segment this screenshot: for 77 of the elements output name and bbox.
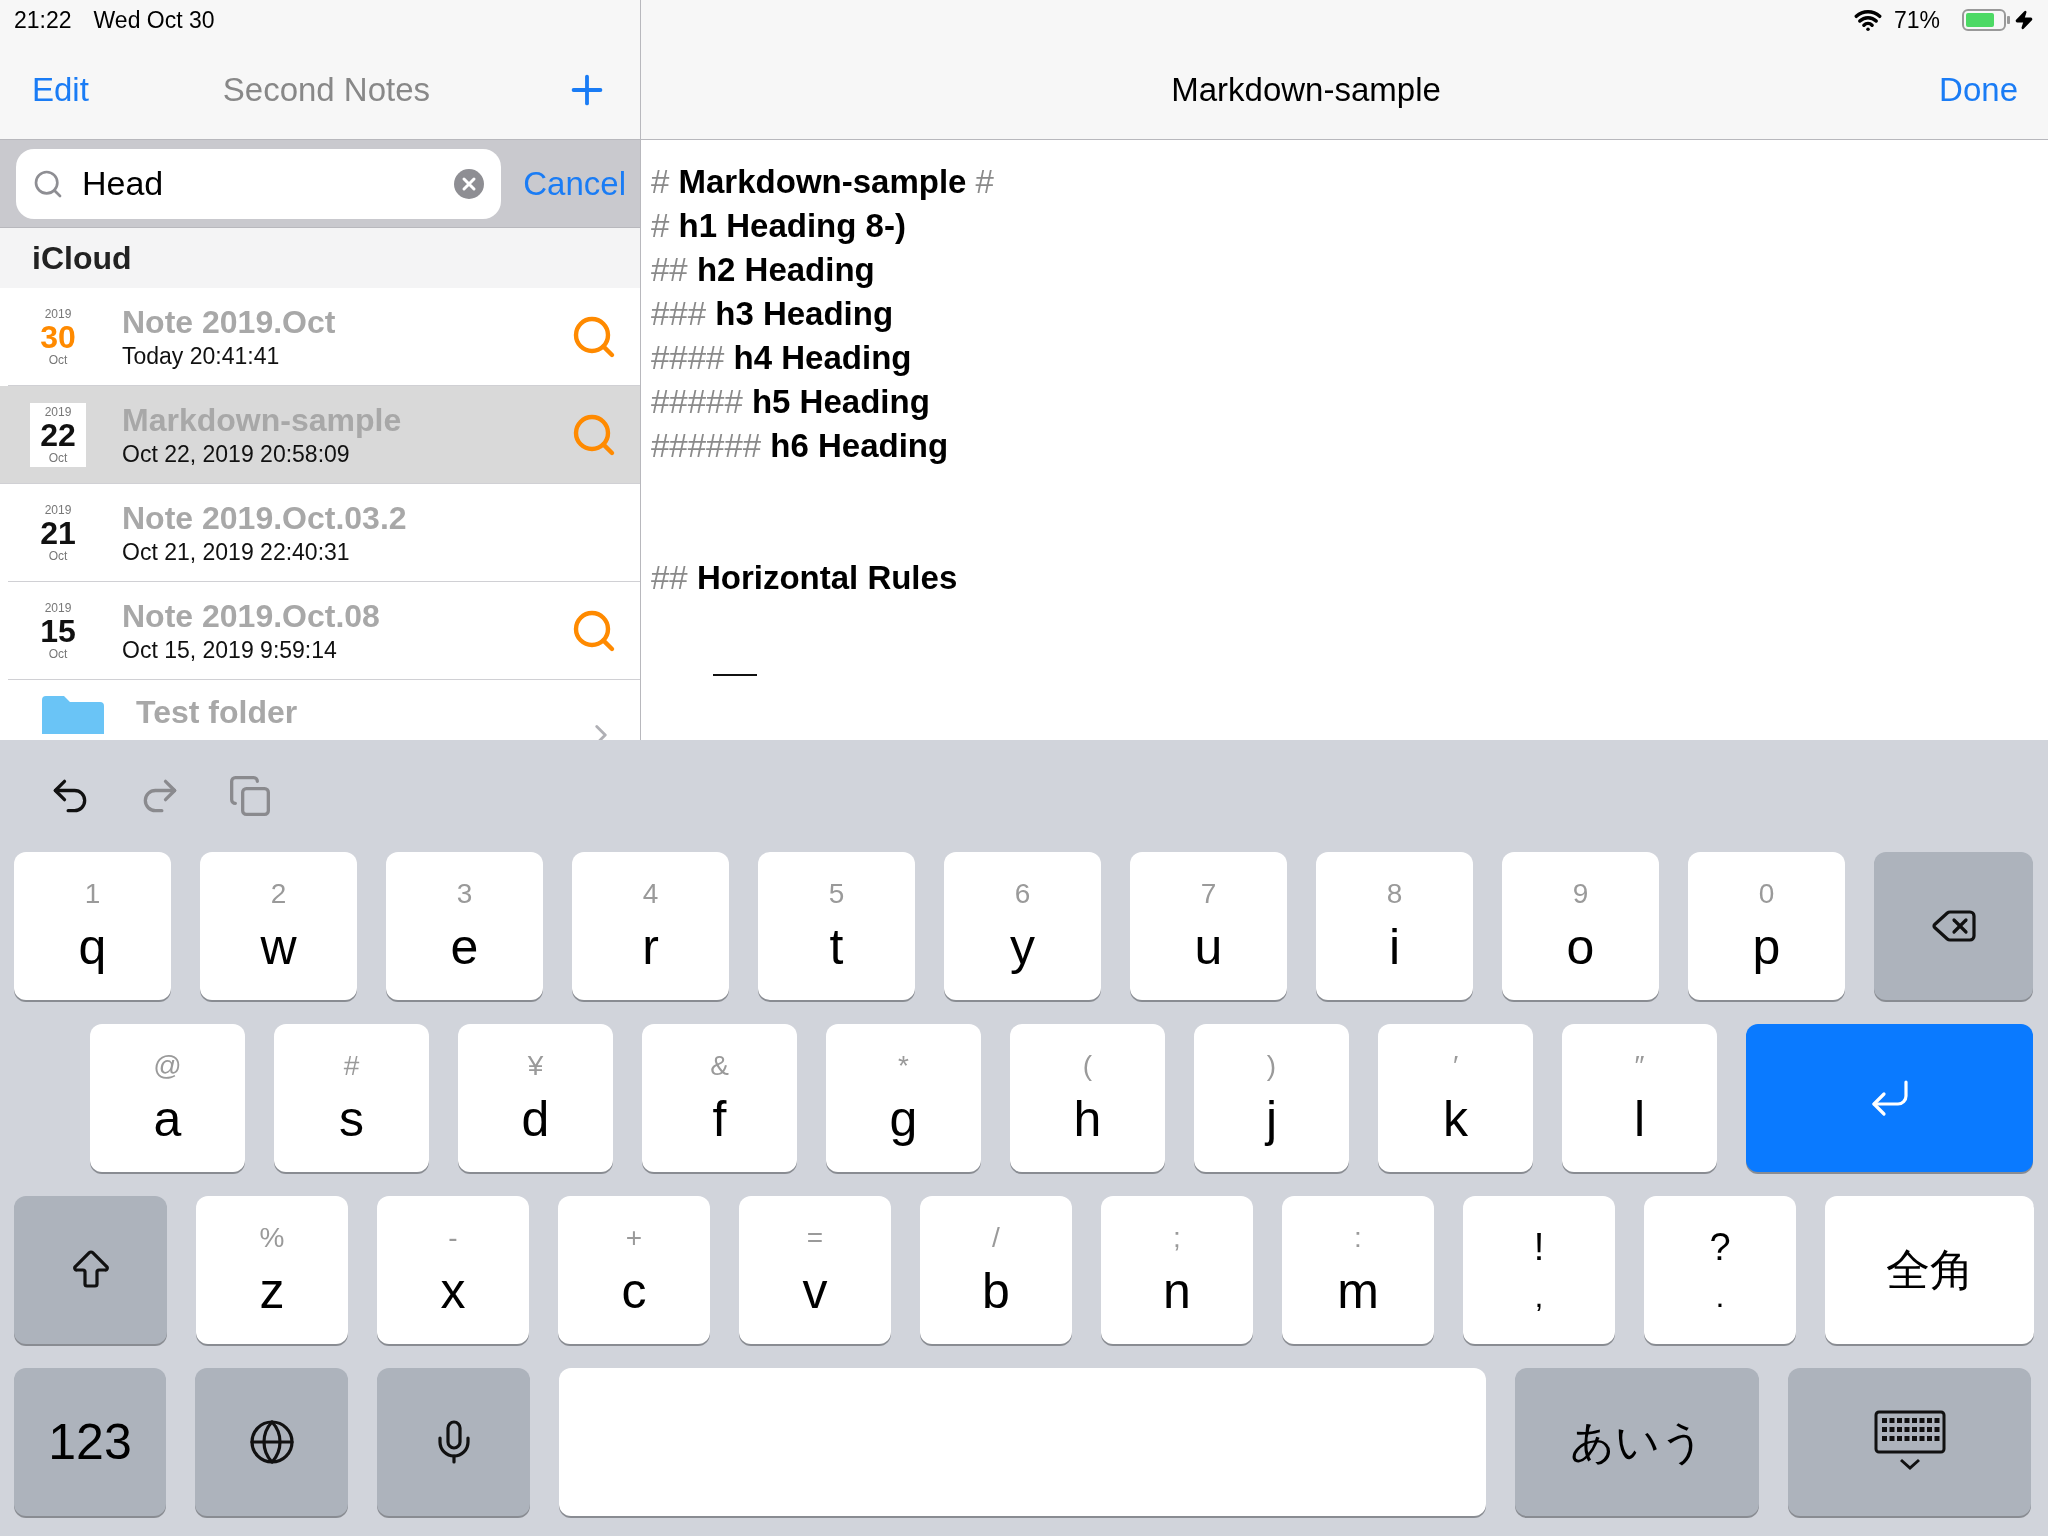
letter-key[interactable]: # s [274, 1024, 429, 1172]
battery-icon [1962, 8, 2012, 32]
letter-key[interactable]: * g [826, 1024, 981, 1172]
folder-icon [42, 694, 104, 734]
letter-key[interactable]: : m [1282, 1196, 1434, 1344]
markdown-line: #### h4 Heading [651, 339, 912, 376]
folder-title: Test folder [136, 694, 299, 731]
letter-key[interactable]: ′ k [1378, 1024, 1533, 1172]
kana-key[interactable]: あいう [1515, 1368, 1759, 1516]
punctuation-key[interactable]: ! , [1463, 1196, 1615, 1344]
numbers-key[interactable]: 123 [14, 1368, 166, 1516]
note-date: Oct 21, 2019 22:40:31 [122, 538, 351, 566]
delete-key[interactable] [1874, 852, 2033, 1000]
markdown-line: # Markdown-sample # [651, 163, 994, 200]
list-title: Second Notes [221, 70, 432, 109]
note-date: Oct 22, 2019 20:58:09 [122, 440, 351, 468]
markdown-line: ## h2 Heading [651, 251, 875, 288]
letter-key[interactable]: 7 u [1130, 852, 1287, 1000]
markdown-line: ##### h5 Heading [651, 383, 930, 420]
letter-key[interactable]: 9 o [1502, 852, 1659, 1000]
letter-key[interactable]: + c [558, 1196, 710, 1344]
badge-day: 21 [40, 516, 76, 549]
badge-month: Oct [48, 353, 68, 366]
letter-key[interactable]: ) j [1194, 1024, 1349, 1172]
letter-key[interactable]: ¥ d [458, 1024, 613, 1172]
globe-key[interactable] [195, 1368, 348, 1516]
note-date: Today 20:41:41 [122, 342, 281, 370]
letter-key[interactable]: 3 e [386, 852, 543, 1000]
letter-key[interactable]: ( h [1010, 1024, 1165, 1172]
status-time: 21:22 [14, 6, 72, 34]
note-title-heading: Markdown-sample [1170, 70, 1442, 109]
badge-day: 15 [40, 614, 76, 647]
edit-button[interactable]: Edit [32, 70, 89, 109]
letter-key[interactable]: 0 p [1688, 852, 1845, 1000]
badge-month: Oct [48, 451, 68, 464]
badge-day: 30 [40, 320, 76, 353]
letter-key[interactable]: 5 t [758, 852, 915, 1000]
letter-key[interactable]: 4 r [572, 852, 729, 1000]
markdown-line: # h1 Heading 8-) [651, 207, 906, 244]
done-button[interactable]: Done [1939, 70, 2018, 109]
letter-key[interactable]: = v [739, 1196, 891, 1344]
dictation-key[interactable] [377, 1368, 530, 1516]
markdown-line: ###### h6 Heading [651, 427, 949, 464]
hide-keyboard-key[interactable] [1788, 1368, 2031, 1516]
letter-key[interactable]: 1 q [14, 852, 171, 1000]
badge-year: 2019 [44, 307, 72, 320]
letter-key[interactable]: ″ l [1562, 1024, 1717, 1172]
letter-key[interactable]: @ a [90, 1024, 245, 1172]
punctuation-key[interactable]: ? . [1644, 1196, 1796, 1344]
markdown-line: ## Horizontal Rules [651, 559, 958, 596]
letter-key[interactable]: ; n [1101, 1196, 1253, 1344]
full-width-key[interactable]: 全角 [1825, 1196, 2034, 1344]
battery-percent: 71% [1893, 6, 1940, 34]
letter-key[interactable]: - x [377, 1196, 529, 1344]
globe-icon [247, 1418, 296, 1466]
letter-key[interactable]: % z [196, 1196, 348, 1344]
badge-year: 2019 [44, 405, 72, 418]
note-title: Note 2019.Oct.08 [122, 597, 381, 635]
note-date: Oct 15, 2019 9:59:14 [122, 636, 338, 664]
badge-year: 2019 [44, 503, 72, 516]
markdown-line: ### h3 Heading [651, 295, 894, 332]
clear-icon[interactable] [453, 167, 486, 200]
badge-day: 22 [40, 418, 76, 451]
letter-key[interactable]: 2 w [200, 852, 357, 1000]
note-title: Note 2019.Oct.03.2 [122, 499, 408, 537]
letter-key[interactable]: & f [642, 1024, 797, 1172]
letter-key[interactable]: / b [920, 1196, 1072, 1344]
badge-month: Oct [48, 647, 68, 660]
status-date: Wed Oct 30 [93, 6, 215, 34]
badge-year: 2019 [44, 601, 72, 614]
horizontal-rule [713, 674, 757, 676]
search-field[interactable]: Head [16, 148, 502, 219]
badge-month: Oct [48, 549, 68, 562]
section-header: iCloud [0, 228, 640, 288]
note-title: Note 2019.Oct [122, 303, 337, 341]
letter-key[interactable]: 6 y [944, 852, 1101, 1000]
letter-key[interactable]: 8 i [1316, 852, 1473, 1000]
